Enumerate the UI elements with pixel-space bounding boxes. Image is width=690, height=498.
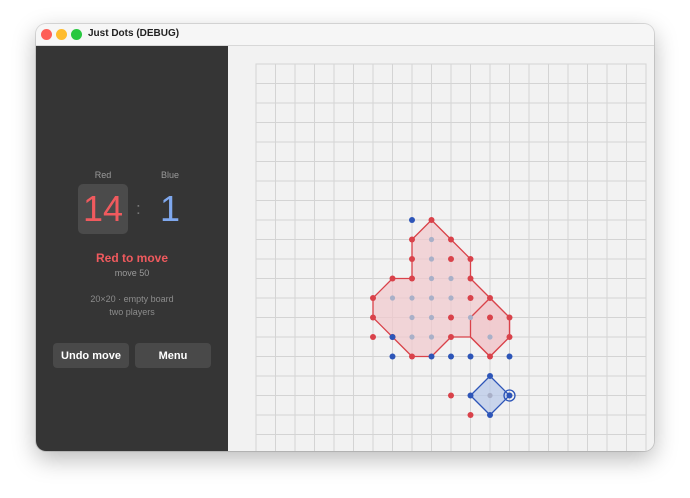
captured-dot (467, 314, 474, 321)
red-dot (487, 353, 493, 360)
red-score: 14 (78, 184, 128, 234)
blue-dot (506, 392, 513, 399)
window-title: Just Dots (DEBUG) (88, 28, 180, 39)
red-dot (409, 353, 415, 360)
blue-dot (467, 392, 474, 399)
red-dot (467, 295, 474, 301)
turn-indicator: Red to move (95, 251, 168, 265)
captured-dot (409, 314, 415, 321)
blue-dot (409, 217, 415, 223)
captured-dot (428, 334, 435, 340)
captured-dot (487, 334, 493, 340)
sidebar: Red Blue 14 : 1 Red to move move 50 20×2… (36, 46, 228, 451)
blue-dot (389, 334, 396, 340)
captured-dot (428, 256, 435, 262)
blue-dot (487, 412, 493, 418)
move-counter: move 50 (114, 268, 150, 278)
minimize-window-button[interactable] (56, 29, 67, 40)
red-dot (409, 275, 415, 282)
maximize-window-button[interactable] (71, 29, 82, 40)
game-board-area[interactable] (228, 46, 654, 451)
blue-dot (506, 353, 513, 360)
red-dot (506, 314, 513, 321)
captured-dot (487, 392, 493, 399)
captured-dot (389, 295, 396, 301)
blue-player-label: Blue (160, 170, 179, 180)
red-dot (370, 295, 376, 301)
blue-dot (467, 353, 474, 360)
red-dot (448, 314, 454, 321)
red-player-label: Red (94, 170, 112, 180)
players-info: two players (109, 307, 155, 317)
captured-dot (448, 295, 454, 301)
red-dot (506, 334, 513, 340)
red-dot (467, 275, 474, 282)
red-dot (448, 256, 454, 262)
captured-dot (428, 275, 435, 282)
blue-dot (448, 353, 454, 360)
blue-dot (487, 373, 493, 379)
red-dot (409, 236, 415, 243)
close-window-button[interactable] (41, 29, 52, 40)
red-dot (370, 314, 376, 321)
blue-score: 1 (159, 188, 181, 229)
red-dot (467, 412, 474, 418)
red-dot (409, 256, 415, 262)
captured-dot (448, 275, 454, 282)
captured-dot (409, 334, 415, 340)
undo-move-button[interactable]: Undo move (53, 343, 129, 368)
menu-button[interactable]: Menu (135, 343, 211, 368)
red-dot (448, 236, 454, 243)
red-dot (428, 217, 435, 223)
red-dot (448, 392, 454, 399)
board-info: 20×20 · empty board (90, 294, 174, 304)
red-dot (370, 334, 376, 340)
captured-dot (428, 314, 435, 321)
red-dot (487, 295, 493, 301)
score-separator: : (136, 199, 141, 218)
title-bar[interactable]: Just Dots (DEBUG) (36, 24, 654, 46)
red-dot (448, 334, 454, 340)
blue-dot (389, 353, 396, 360)
game-board[interactable] (228, 46, 654, 451)
red-dot (487, 314, 493, 321)
red-dot (389, 275, 396, 282)
captured-dot (428, 295, 435, 301)
app-window: Just Dots (DEBUG) Red Blue 14 : 1 Red to… (36, 24, 654, 451)
red-dot (467, 256, 474, 262)
blue-dot (428, 353, 435, 360)
captured-dot (409, 295, 415, 301)
captured-dot (428, 236, 435, 243)
